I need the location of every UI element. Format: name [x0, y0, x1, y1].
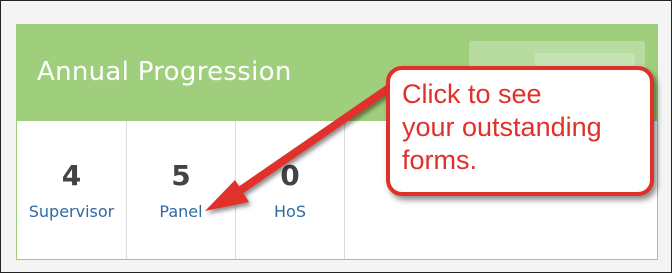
stat-panel[interactable]: 5 Panel	[127, 121, 236, 259]
stat-hos-count: 0	[280, 159, 300, 192]
callout-line-3: forms.	[402, 145, 478, 175]
stat-panel-link[interactable]: Panel	[127, 202, 235, 221]
stat-panel-count: 5	[171, 159, 191, 192]
panel-title: Annual Progression	[37, 57, 292, 87]
stat-supervisor[interactable]: 4 Supervisor	[17, 121, 127, 259]
callout-tooltip: Click to see your outstanding forms.	[386, 66, 654, 196]
stat-supervisor-count: 4	[61, 159, 82, 192]
stat-supervisor-link[interactable]: Supervisor	[17, 202, 126, 221]
callout-line-1: Click to see	[402, 79, 542, 109]
callout-line-2: your outstanding	[402, 112, 602, 142]
stat-hos[interactable]: 0 HoS	[236, 121, 345, 259]
stat-hos-link[interactable]: HoS	[236, 202, 344, 221]
